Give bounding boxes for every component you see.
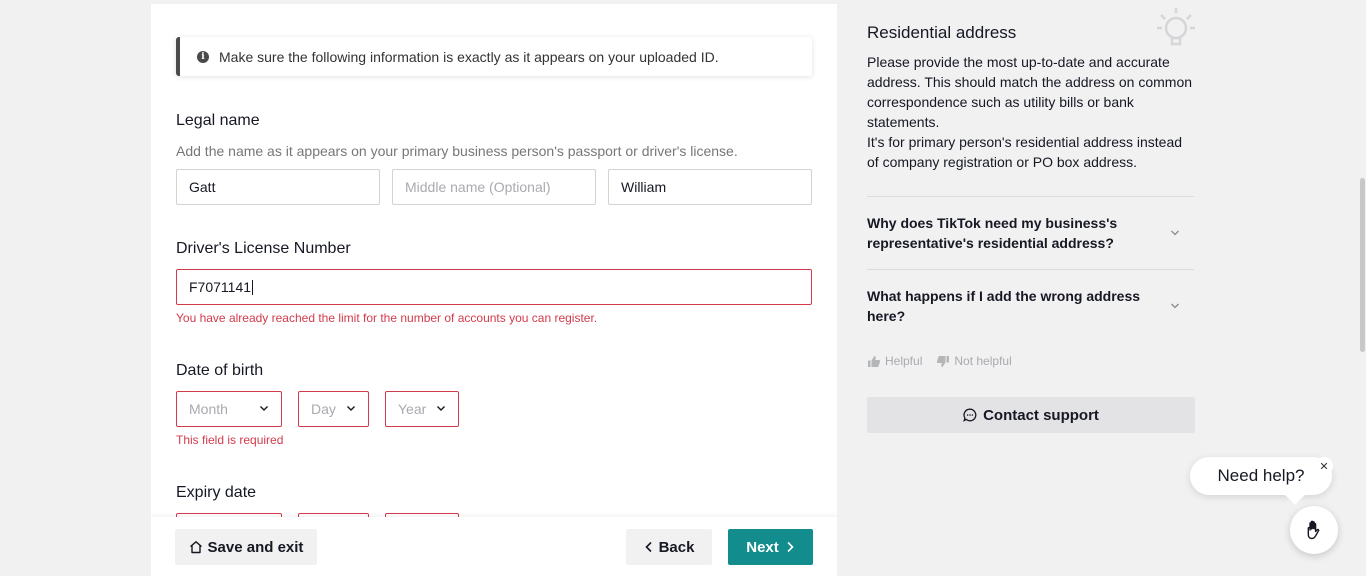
chevron-down-icon — [1171, 303, 1179, 309]
save-and-exit-button[interactable]: Save and exit — [175, 529, 317, 565]
helpful-button[interactable]: Helpful — [867, 354, 922, 368]
lightbulb-icon — [1157, 8, 1195, 46]
dob-month-select[interactable]: Month — [176, 391, 282, 427]
dob-error-message: This field is required — [176, 433, 284, 447]
chevron-down-icon — [437, 406, 445, 411]
license-error-message: You have already reached the limit for t… — [176, 311, 598, 325]
home-icon — [189, 541, 202, 554]
help-launcher-button[interactable] — [1290, 506, 1338, 554]
license-number-input[interactable]: F7071141 — [176, 269, 812, 305]
text-caret — [252, 279, 254, 295]
not-helpful-button[interactable]: Not helpful — [936, 354, 1012, 368]
faq-question: What happens if I add the wrong address … — [867, 288, 1141, 324]
id-notice-banner: i Make sure the following information is… — [176, 37, 812, 76]
thumbs-down-icon — [937, 355, 950, 367]
hand-icon — [1307, 520, 1320, 540]
chat-icon — [963, 408, 977, 422]
save-and-exit-label: Save and exit — [207, 538, 304, 556]
sidebar-paragraph-1: Please provide the most up-to-date and a… — [867, 54, 1193, 130]
chevron-down-icon — [347, 406, 355, 411]
dob-label: Date of birth — [176, 362, 264, 379]
last-name-input[interactable]: William — [608, 169, 812, 205]
first-name-input[interactable]: Gatt — [176, 169, 380, 205]
next-label: Next — [746, 538, 779, 556]
faq-item-why-address[interactable]: Why does TikTok need my business's repre… — [867, 213, 1194, 253]
dob-day-select[interactable]: Day — [298, 391, 369, 427]
back-button[interactable]: Back — [626, 529, 712, 565]
chevron-down-icon — [260, 406, 268, 411]
chevron-left-icon — [644, 541, 652, 553]
info-icon: i — [197, 50, 209, 63]
dob-day-placeholder: Day — [311, 401, 336, 417]
middle-name-input[interactable]: Middle name (Optional) — [392, 169, 596, 205]
form-panel: i Make sure the following information is… — [151, 4, 837, 576]
help-sidebar: Residential address Please provide the m… — [851, 0, 1210, 457]
expiry-label: Expiry date — [176, 484, 257, 501]
middle-name-placeholder: Middle name (Optional) — [405, 179, 551, 195]
sidebar-title: Residential address — [867, 23, 1017, 42]
legal-name-label: Legal name — [176, 112, 260, 129]
thumbs-up-icon — [868, 355, 881, 367]
chevron-right-icon — [787, 541, 794, 553]
last-name-value: William — [621, 179, 667, 195]
helpful-label: Helpful — [885, 354, 923, 368]
sidebar-description: Please provide the most up-to-date and a… — [867, 52, 1197, 172]
legal-name-description: Add the name as it appears on your prima… — [176, 143, 738, 159]
need-help-text: Need help? — [1217, 466, 1305, 485]
first-name-value: Gatt — [189, 179, 216, 195]
close-icon[interactable]: ✕ — [1315, 457, 1333, 475]
license-label: Driver's License Number — [176, 240, 351, 257]
contact-support-button[interactable]: Contact support — [867, 397, 1195, 433]
form-footer: Save and exit Back Next — [151, 517, 837, 576]
faq-item-wrong-address[interactable]: What happens if I add the wrong address … — [867, 286, 1194, 326]
faq-question: Why does TikTok need my business's repre… — [867, 215, 1118, 251]
divider — [867, 196, 1194, 197]
feedback-row: Helpful Not helpful — [867, 354, 1026, 368]
notice-text: Make sure the following information is e… — [219, 48, 719, 65]
sidebar-paragraph-2: It's for primary person's residential ad… — [867, 134, 1183, 170]
dob-month-placeholder: Month — [189, 401, 228, 417]
divider — [867, 269, 1194, 270]
license-number-value: F7071141 — [189, 279, 252, 295]
need-help-bubble[interactable]: Need help? — [1190, 457, 1332, 495]
next-button[interactable]: Next — [728, 529, 813, 565]
dob-year-placeholder: Year — [398, 401, 427, 417]
not-helpful-label: Not helpful — [954, 354, 1012, 368]
dob-year-select[interactable]: Year — [385, 391, 459, 427]
page-scrollbar[interactable] — [1360, 178, 1365, 352]
back-label: Back — [658, 538, 695, 556]
contact-support-label: Contact support — [983, 406, 1099, 424]
chevron-down-icon — [1171, 230, 1179, 236]
